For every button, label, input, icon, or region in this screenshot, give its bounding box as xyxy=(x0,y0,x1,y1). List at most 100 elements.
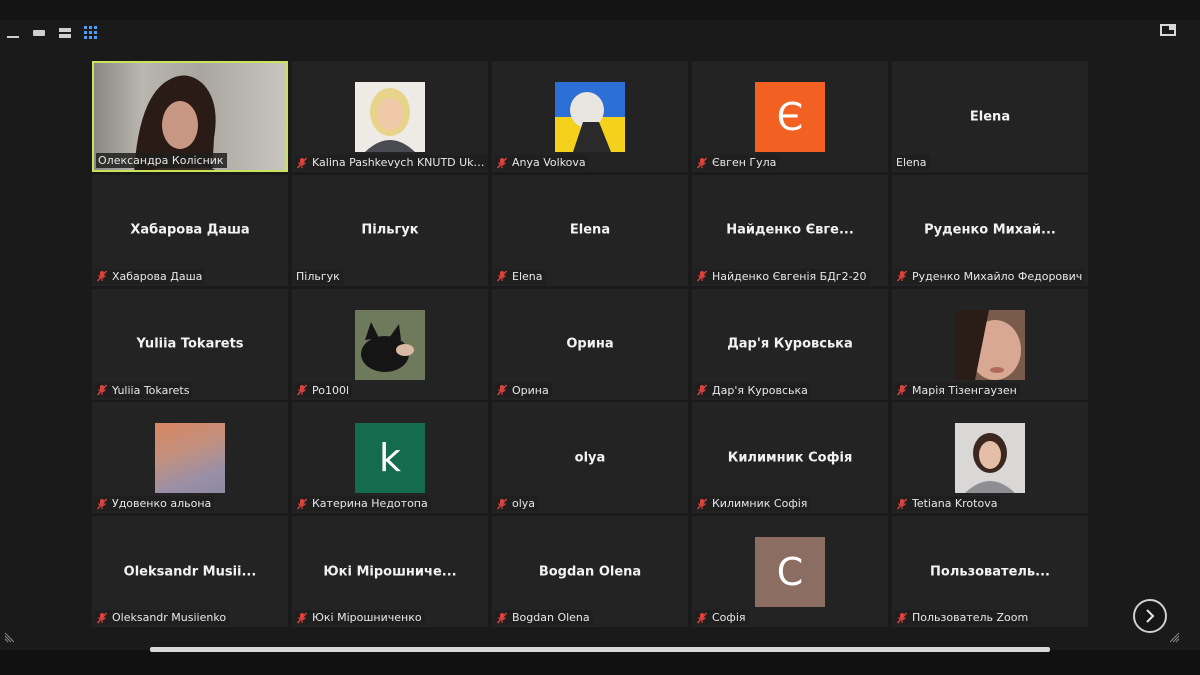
participant-name-label: Tetiana Krotova xyxy=(894,496,1001,512)
participant-name-label: Yuliia Tokarets xyxy=(94,382,193,398)
participant-name-label: Удовенко альона xyxy=(94,496,215,512)
mic-muted-icon xyxy=(696,498,708,510)
participant-tile[interactable]: Elena Elena xyxy=(892,61,1088,172)
participant-tile[interactable]: Удовенко альона xyxy=(92,402,288,514)
participant-name-label: Орина xyxy=(494,382,552,398)
participant-name: Олександра Колісник xyxy=(98,154,224,167)
participant-tile[interactable]: Орина Орина xyxy=(492,288,688,400)
participant-name: Пользователь Zoom xyxy=(912,611,1029,624)
participant-tile[interactable]: Хабарова Даша Хабарова Даша xyxy=(92,174,288,286)
participant-tile[interactable]: Po100l xyxy=(292,288,488,400)
participant-name: Yuliia Tokarets xyxy=(112,383,190,397)
participant-tile[interactable]: Elena Elena xyxy=(492,174,688,286)
mic-muted-icon xyxy=(696,612,708,624)
participant-display-name: Elena xyxy=(969,109,1011,124)
mic-muted-icon xyxy=(496,612,508,624)
participant-tile[interactable]: Kalina Pashkevych KNUTD Ukraine xyxy=(292,61,488,172)
participant-display-name: Руденко Михай... xyxy=(924,222,1056,238)
participant-tile[interactable]: Bogdan Olena Bogdan Olena xyxy=(492,516,688,627)
participant-display-name: Найденко Євге... xyxy=(726,222,854,238)
participant-tile[interactable]: Юкі Мірошниче... Юкі Мірошниченко xyxy=(292,516,488,627)
avatar: С xyxy=(755,537,825,607)
participant-tile[interactable]: Anya Volkova xyxy=(492,61,688,172)
mic-muted-icon xyxy=(296,498,308,510)
participant-tile[interactable]: Yuliia Tokarets Yuliia Tokarets xyxy=(92,288,288,400)
resize-handle-icon[interactable] xyxy=(4,633,14,643)
gallery-view-icon[interactable] xyxy=(84,26,98,40)
participant-tile[interactable]: С Софія xyxy=(692,516,888,627)
participant-name-label: Килимник Софія xyxy=(694,496,811,512)
mic-muted-icon xyxy=(696,157,708,169)
horizontal-scrollbar[interactable] xyxy=(150,647,1050,652)
participant-tile[interactable]: Найденко Євге... Найденко Євгенія БДг2-20 xyxy=(692,174,888,286)
participant-display-name: Elena xyxy=(569,222,611,238)
participant-tile[interactable]: Руденко Михай... Руденко Михайло Федорови… xyxy=(892,174,1088,286)
participant-tile[interactable]: Є Євген Гула xyxy=(692,61,888,172)
participant-tile[interactable]: k Катерина Недотопа xyxy=(292,402,488,514)
mic-muted-icon xyxy=(896,270,908,282)
participant-display-name: Yuliia Tokarets xyxy=(136,336,244,352)
mic-muted-icon xyxy=(496,384,508,396)
mic-muted-icon xyxy=(96,498,108,510)
participant-name: Марія Тізенгаузен xyxy=(912,383,1017,397)
avatar-letter: С xyxy=(776,550,804,594)
participant-tile[interactable]: Олександра Колісник xyxy=(92,61,288,172)
participant-tile[interactable]: olya olya xyxy=(492,402,688,514)
avatar xyxy=(355,309,425,380)
mic-muted-icon xyxy=(96,612,108,624)
participant-name-label: Elena xyxy=(894,155,930,170)
participant-name-label: Po100l xyxy=(294,382,353,398)
avatar xyxy=(555,82,625,152)
participant-display-name: Хабарова Даша xyxy=(130,222,250,238)
resize-handle-icon[interactable] xyxy=(1170,633,1180,643)
participant-name: Хабарова Даша xyxy=(112,269,203,283)
minimize-video-icon[interactable] xyxy=(6,26,20,40)
participant-name-label: Руденко Михайло Федорович xyxy=(894,268,1086,284)
participant-tile[interactable]: Пользователь... Пользователь Zoom xyxy=(892,516,1088,627)
participant-tile[interactable]: Пільгук Пільгук xyxy=(292,174,488,286)
mic-muted-icon xyxy=(896,612,908,624)
participant-name-label: Пільгук xyxy=(294,268,343,284)
mic-muted-icon xyxy=(496,498,508,510)
participant-tile[interactable]: Килимник Софія Килимник Софія xyxy=(692,402,888,514)
participant-name-label: Катерина Недотопа xyxy=(294,496,431,512)
avatar: k xyxy=(355,423,425,494)
participant-name-label: olya xyxy=(494,496,539,512)
gallery-grid: Олександра Колісник Kalina Pashkevych KNU… xyxy=(92,61,1088,627)
participant-name-label: Олександра Колісник xyxy=(96,153,227,168)
participant-name-label: Дар'я Куровська xyxy=(694,382,811,398)
mic-muted-icon xyxy=(296,612,308,624)
participant-name-label: Хабарова Даша xyxy=(94,268,206,284)
participant-name-label: Anya Volkova xyxy=(494,155,589,170)
participant-display-name: Дар'я Куровська xyxy=(727,336,853,352)
participant-tile[interactable]: Дар'я Куровська Дар'я Куровська xyxy=(692,288,888,400)
mic-muted-icon xyxy=(496,270,508,282)
mic-muted-icon xyxy=(696,384,708,396)
participant-tile[interactable]: Oleksandr Musii... Oleksandr Musiienko xyxy=(92,516,288,627)
participant-name: Найденко Євгенія БДг2-20 xyxy=(712,269,867,283)
participant-name-label: Юкі Мірошниченко xyxy=(294,610,425,625)
participant-tile[interactable]: Марія Тізенгаузен xyxy=(892,288,1088,400)
participant-name: Дар'я Куровська xyxy=(712,383,808,397)
participant-display-name: Bogdan Olena xyxy=(538,564,642,579)
mic-muted-icon xyxy=(496,157,508,169)
participant-tile[interactable]: Tetiana Krotova xyxy=(892,402,1088,514)
participant-name-label: Софія xyxy=(694,610,749,625)
participant-display-name: olya xyxy=(574,450,606,466)
participant-display-name: Килимник Софія xyxy=(727,450,853,466)
avatar xyxy=(355,82,425,152)
participant-name: Po100l xyxy=(312,383,350,397)
participant-name: Юкі Мірошниченко xyxy=(312,611,422,624)
thumbnail-strip-view-icon[interactable] xyxy=(58,26,72,40)
speaker-view-icon[interactable] xyxy=(32,26,46,40)
participant-name: Elena xyxy=(512,269,543,283)
view-controls xyxy=(6,26,98,40)
participant-name: Орина xyxy=(512,383,549,397)
participant-name: Руденко Михайло Федорович xyxy=(912,269,1083,283)
next-page-button[interactable] xyxy=(1133,599,1167,633)
title-bar xyxy=(0,0,1200,20)
avatar: Є xyxy=(755,82,825,152)
participant-name: Євген Гула xyxy=(712,156,777,169)
participant-name-label: Пользователь Zoom xyxy=(894,610,1032,625)
exit-fullscreen-icon[interactable] xyxy=(1160,24,1176,36)
